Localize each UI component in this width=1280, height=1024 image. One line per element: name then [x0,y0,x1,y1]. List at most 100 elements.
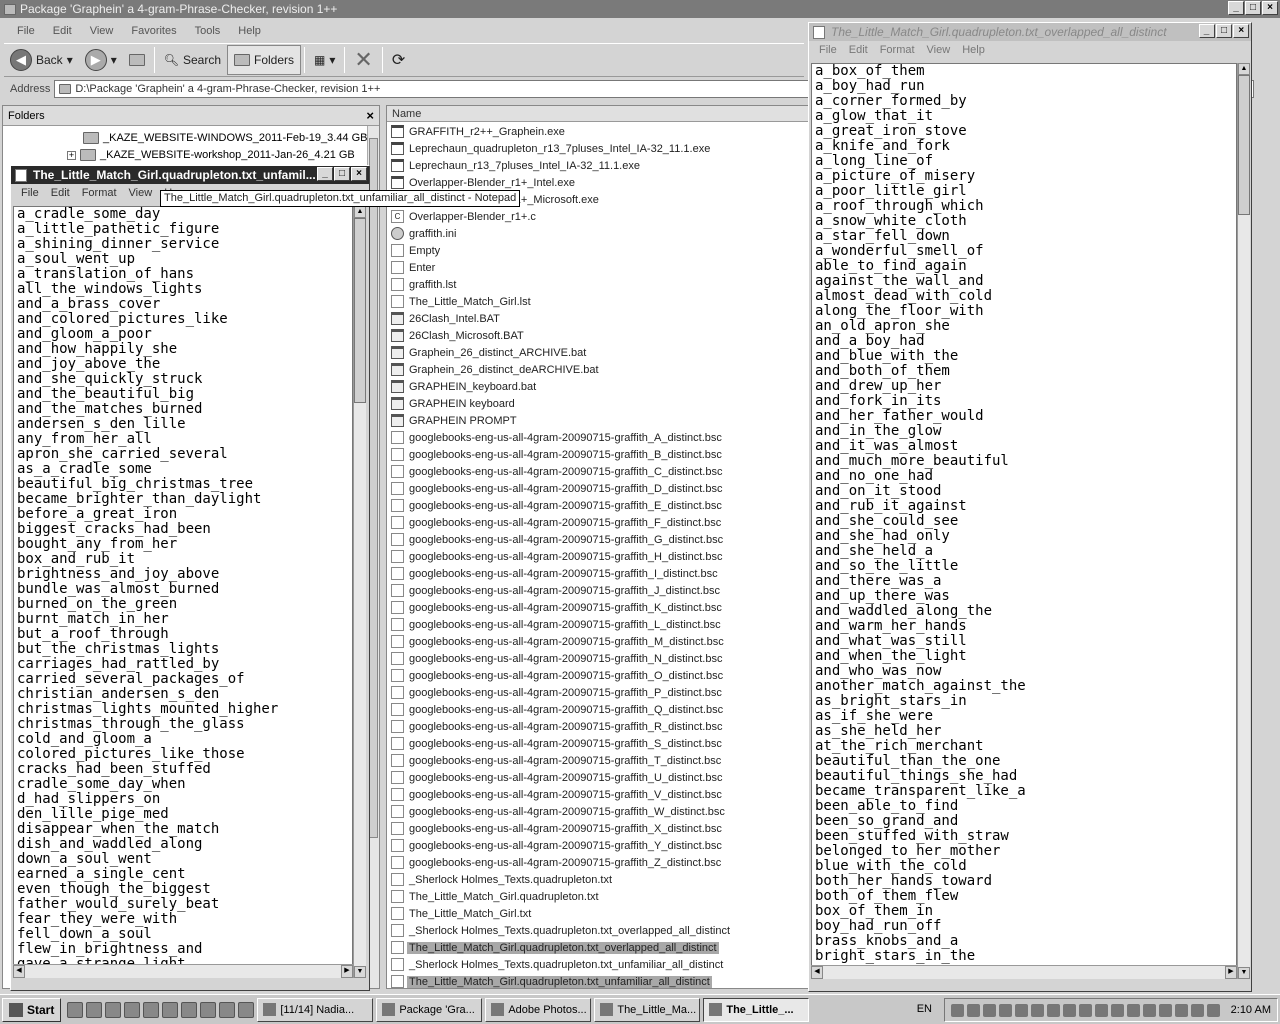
quick-launch-icon[interactable] [143,1001,160,1018]
tray-icon[interactable] [1062,1003,1076,1017]
explorer-titlebar[interactable]: Package 'Graphein' a 4-gram-Phrase-Check… [0,0,1280,18]
file-row[interactable]: The_Little_Match_Girl.txt [391,905,533,922]
task-button-notepad-2[interactable]: The_Little_... [703,997,810,1022]
scroll-thumb[interactable] [1238,75,1250,215]
file-row[interactable]: GRAPHEIN PROMPT [391,412,519,429]
file-row[interactable]: googlebooks-eng-us-all-4gram-20090715-gr… [391,531,725,548]
menu-favorites[interactable]: Favorites [122,25,185,37]
menu-file[interactable]: File [8,25,44,37]
file-row[interactable]: GRAPHEIN_keyboard.bat [391,378,538,395]
close-button[interactable]: × [1262,1,1278,15]
tray-icon[interactable] [1110,1003,1124,1017]
menu-view[interactable]: View [921,44,957,56]
file-row[interactable]: googlebooks-eng-us-all-4gram-20090715-gr… [391,701,725,718]
file-row[interactable]: 26Clash_Intel.BAT [391,310,502,327]
file-row[interactable]: googlebooks-eng-us-all-4gram-20090715-gr… [391,837,724,854]
menu-view[interactable]: View [123,187,159,199]
up-folder-button[interactable] [123,45,151,75]
notepad-left-titlebar[interactable]: The_Little_Match_Girl.quadrupleton.txt_u… [11,166,369,184]
column-header-name[interactable]: Name [387,106,809,122]
file-row[interactable]: GRAPHEIN keyboard [391,395,517,412]
notepad-right-vscrollbar[interactable]: ▲ ▼ [1237,63,1250,979]
tray-icon[interactable] [1158,1003,1172,1017]
menu-edit[interactable]: Edit [843,44,874,56]
quick-launch-icon[interactable] [219,1001,236,1018]
scroll-right-icon[interactable]: ▶ [341,965,353,978]
task-button-notepad-1[interactable]: The_Little_Ma... [594,997,701,1022]
tray-icon[interactable] [1174,1003,1188,1017]
tray-icon[interactable] [1142,1003,1156,1017]
tray-icon[interactable] [1046,1003,1060,1017]
file-row[interactable]: _Sherlock Holmes_Texts.quadrupleton.txt_… [391,956,725,973]
file-row[interactable]: googlebooks-eng-us-all-4gram-20090715-gr… [391,446,724,463]
menu-format[interactable]: Format [874,44,921,56]
file-row[interactable]: _Sherlock Holmes_Texts.quadrupleton.txt_… [391,922,732,939]
file-row[interactable]: GRAFFITH_r2++_Graphein.exe [391,123,567,140]
notepad-right-hscrollbar[interactable]: ◀ ▶ [811,965,1237,979]
start-button[interactable]: Start [2,997,62,1022]
file-row[interactable]: 26Clash_Microsoft.BAT [391,327,526,344]
scroll-thumb[interactable] [354,218,366,403]
file-row[interactable]: Overlapper-Blender_r1+_Intel.exe [391,174,577,191]
minimize-button[interactable]: _ [1228,1,1244,15]
file-row[interactable]: googlebooks-eng-us-all-4gram-20090715-gr… [391,633,726,650]
menu-edit[interactable]: Edit [44,25,81,37]
file-row[interactable]: googlebooks-eng-us-all-4gram-20090715-gr… [391,616,723,633]
file-row[interactable]: googlebooks-eng-us-all-4gram-20090715-gr… [391,803,727,820]
delete-button[interactable]: ✕ [348,45,378,75]
language-indicator[interactable]: EN [917,1003,932,1015]
menu-view[interactable]: View [81,25,123,37]
quick-launch-icon[interactable] [162,1001,179,1018]
task-button-photoshop[interactable]: Adobe Photos... [485,997,592,1022]
notepad-left-text-area[interactable]: a_cradle_some_day a_little_pathetic_figur… [13,206,353,978]
file-row[interactable]: googlebooks-eng-us-all-4gram-20090715-gr… [391,684,724,701]
tree-item[interactable]: + _KAZE_WEBSITE-workshop_2011-Jan-26_4.2… [67,147,355,163]
file-row[interactable]: googlebooks-eng-us-all-4gram-20090715-gr… [391,429,724,446]
quick-launch-icon[interactable] [200,1001,217,1018]
maximize-button[interactable]: □ [1245,1,1261,15]
file-row[interactable]: googlebooks-eng-us-all-4gram-20090715-gr… [391,786,724,803]
tree-item[interactable]: _KAZE_WEBSITE-WINDOWS_2011-Feb-19_3.44 G… [83,130,368,146]
tray-icon[interactable] [1190,1003,1204,1017]
scroll-down-icon[interactable]: ▼ [1238,967,1250,979]
scroll-left-icon[interactable]: ◀ [13,965,25,978]
file-row[interactable]: Leprechaun_r13_7pluses_Intel_IA-32_11.1.… [391,157,642,174]
file-row[interactable]: Leprechaun_quadrupleton_r13_7pluses_Inte… [391,140,712,157]
scroll-right-icon[interactable]: ▶ [1225,966,1237,979]
refresh-button[interactable]: ⟳ [386,45,411,75]
close-button[interactable]: × [1233,24,1249,38]
file-row[interactable]: Enter [391,259,437,276]
scroll-down-icon[interactable]: ▼ [354,966,366,978]
file-row[interactable]: Graphein_26_distinct_ARCHIVE.bat [391,344,588,361]
file-row[interactable]: googlebooks-eng-us-all-4gram-20090715-gr… [391,650,724,667]
expand-plus-icon[interactable]: + [67,150,76,160]
menu-help[interactable]: Help [956,44,991,56]
menu-format[interactable]: Format [76,187,123,199]
file-row[interactable]: The_Little_Match_Girl.lst [391,293,533,310]
tray-icon[interactable] [1094,1003,1108,1017]
file-row[interactable]: googlebooks-eng-us-all-4gram-20090715-gr… [391,769,724,786]
maximize-button[interactable]: □ [334,167,350,181]
quick-launch-icon[interactable] [67,1001,84,1018]
quick-launch-icon[interactable] [181,1001,198,1018]
notepad-right-text-area[interactable]: a_box_of_them a_boy_had_run a_corner_forme… [811,63,1237,979]
quick-launch-icon[interactable] [86,1001,103,1018]
notepad-left-hscrollbar[interactable]: ◀ ▶ [13,964,353,978]
file-row[interactable]: googlebooks-eng-us-all-4gram-20090715-gr… [391,565,720,582]
chevron-down-icon[interactable]: ▾ [111,53,117,67]
file-row[interactable]: googlebooks-eng-us-all-4gram-20090715-gr… [391,820,724,837]
file-row[interactable]: C Overlapper-Blender_r1+.c [391,208,538,225]
file-row[interactable]: The_Little_Match_Girl.quadrupleton.txt [391,888,601,905]
menu-file[interactable]: File [813,44,843,56]
task-button-package[interactable]: Package 'Gra... [376,997,483,1022]
file-row[interactable]: googlebooks-eng-us-all-4gram-20090715-gr… [391,582,722,599]
file-row[interactable]: googlebooks-eng-us-all-4gram-20090715-gr… [391,667,725,684]
views-button[interactable]: ▦ ▾ [308,45,341,75]
file-row[interactable]: googlebooks-eng-us-all-4gram-20090715-gr… [391,735,724,752]
menu-tools[interactable]: Tools [186,25,230,37]
file-row[interactable]: googlebooks-eng-us-all-4gram-20090715-gr… [391,599,724,616]
task-button-nadia[interactable]: [11/14] Nadia... [257,997,374,1022]
quick-launch-icon[interactable] [124,1001,141,1018]
forward-button[interactable]: ▶ ▾ [79,45,123,75]
notepad-left-vscrollbar[interactable]: ▲ ▼ [353,206,366,978]
